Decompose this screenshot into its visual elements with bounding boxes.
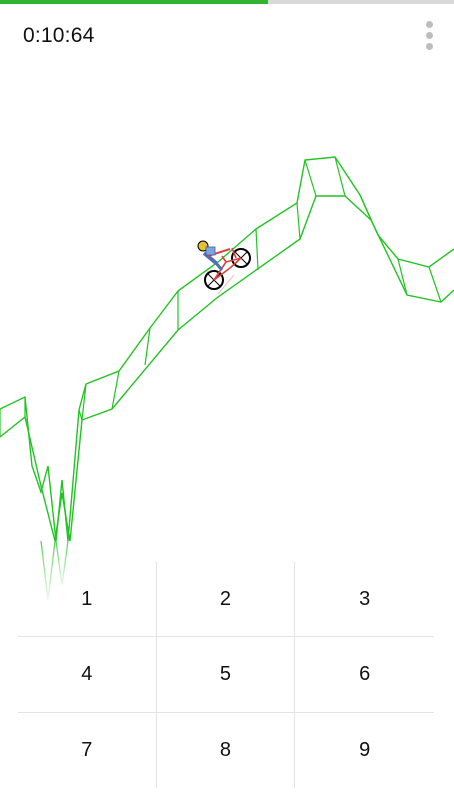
keypad: 1 2 3 4 5 6 7 8 9 bbox=[18, 562, 434, 788]
key-6[interactable]: 6 bbox=[295, 637, 434, 713]
track-front-edge bbox=[0, 195, 454, 542]
track-cross-ties bbox=[0, 156, 442, 437]
rider-bike bbox=[197, 240, 251, 295]
key-5[interactable]: 5 bbox=[156, 637, 296, 713]
key-8[interactable]: 8 bbox=[157, 712, 296, 788]
key-9[interactable]: 9 bbox=[295, 713, 434, 788]
key-3[interactable]: 3 bbox=[295, 562, 434, 638]
key-7[interactable]: 7 bbox=[18, 712, 157, 788]
key-2[interactable]: 2 bbox=[156, 562, 296, 638]
track-back-edge bbox=[0, 156, 454, 542]
key-4[interactable]: 4 bbox=[18, 637, 157, 713]
key-1[interactable]: 1 bbox=[18, 562, 157, 638]
